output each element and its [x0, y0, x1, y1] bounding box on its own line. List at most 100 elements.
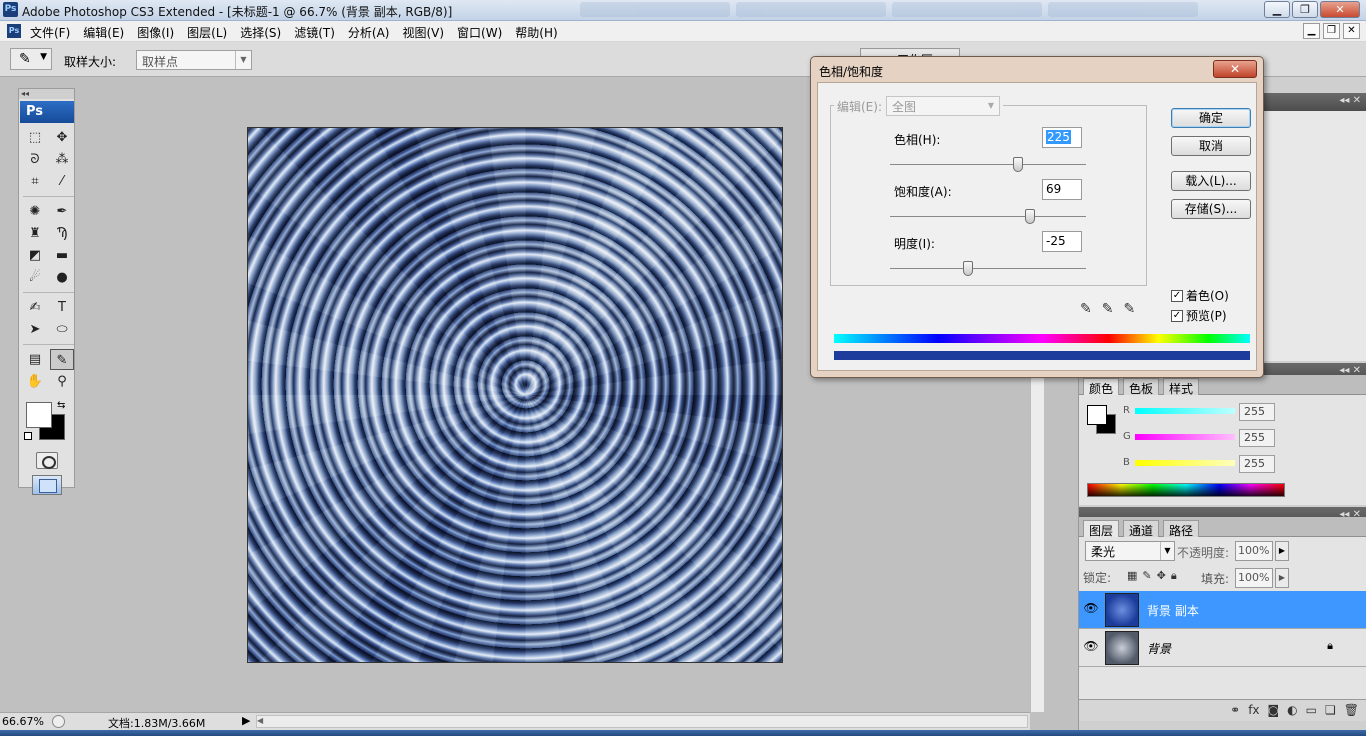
opacity-input[interactable]: 100% — [1235, 541, 1273, 561]
type-tool-icon[interactable]: T — [50, 297, 74, 318]
tool-preset-picker[interactable]: ✎ ▼ — [10, 48, 52, 70]
gradient-tool-icon[interactable]: ▬ — [50, 245, 74, 266]
lightness-slider-thumb[interactable] — [963, 261, 973, 276]
menu-select[interactable]: 选择(S) — [240, 24, 281, 41]
close-button[interactable]: ✕ — [1320, 1, 1360, 18]
preview-checkbox[interactable]: ✓ 预览(P) — [1171, 307, 1227, 324]
healing-brush-tool-icon[interactable]: ✺ — [23, 201, 47, 222]
zoom-level[interactable]: 66.67% — [2, 715, 44, 728]
doc-minimize-button[interactable]: ▁ — [1303, 23, 1320, 39]
channel-g-value[interactable]: 255 — [1239, 429, 1275, 447]
opacity-arrow-icon[interactable]: ▶ — [1275, 541, 1289, 561]
new-group-icon[interactable]: ▭ — [1306, 703, 1317, 717]
slice-tool-icon[interactable]: ⁄ — [50, 171, 74, 192]
move-tool-icon[interactable]: ✥ — [50, 127, 74, 148]
notes-tool-icon[interactable]: ▤ — [23, 349, 47, 370]
saturation-slider-thumb[interactable] — [1025, 209, 1035, 224]
adjustment-layer-icon[interactable]: ◐ — [1287, 703, 1297, 717]
edit-range-select[interactable]: 全图 ▼ — [886, 96, 1000, 116]
lock-image-icon[interactable]: ✎ — [1142, 569, 1151, 583]
minimize-button[interactable]: ▁ — [1264, 1, 1290, 18]
status-menu-arrow-icon[interactable]: ▶ — [242, 714, 250, 727]
blend-mode-select[interactable]: 柔光 ▼ — [1085, 541, 1175, 561]
channel-g-slider[interactable] — [1135, 434, 1235, 440]
dodge-tool-icon[interactable]: ● — [50, 267, 74, 288]
cancel-button[interactable]: 取消 — [1171, 136, 1251, 156]
swap-colors-icon[interactable]: ⇆ — [57, 400, 65, 411]
quick-mask-button[interactable] — [35, 452, 58, 469]
foreground-color-swatch[interactable] — [26, 402, 52, 428]
document-icon[interactable]: Ps — [7, 24, 21, 38]
hand-tool-icon[interactable]: ✋ — [23, 371, 47, 392]
eye-icon[interactable]: 👁︎ — [1083, 601, 1099, 617]
hue-slider-thumb[interactable] — [1013, 157, 1023, 172]
eyedropper-icon[interactable]: ✎ — [1080, 301, 1092, 317]
panel-close-icon[interactable]: ◂◂ ✕ — [1339, 95, 1361, 106]
crop-tool-icon[interactable]: ⌗ — [23, 171, 47, 192]
menu-image[interactable]: 图像(I) — [137, 24, 174, 41]
saturation-slider-track[interactable] — [890, 216, 1086, 217]
fill-input[interactable]: 100% — [1235, 568, 1273, 588]
eyedropper-minus-icon[interactable]: ✎ — [1123, 301, 1135, 317]
eyedropper-tool-icon[interactable]: ✎ — [50, 349, 74, 370]
toolbox-grip[interactable]: ◂◂ — [19, 89, 74, 99]
lock-position-icon[interactable]: ✥ — [1157, 569, 1166, 583]
blur-tool-icon[interactable]: ☄ — [23, 267, 47, 288]
menu-edit[interactable]: 编辑(E) — [83, 24, 124, 41]
channel-b-value[interactable]: 255 — [1239, 455, 1275, 473]
default-colors-icon[interactable] — [24, 432, 32, 440]
horizontal-scrollbar[interactable]: ◀ — [256, 715, 1028, 728]
lock-all-icon[interactable]: 🔒︎ — [1171, 569, 1177, 583]
layer-row[interactable]: 👁︎ 背景 副本 — [1079, 591, 1366, 629]
hue-input[interactable]: 225 — [1042, 127, 1082, 148]
channel-b-slider[interactable] — [1135, 460, 1235, 466]
load-button[interactable]: 载入(L)... — [1171, 171, 1251, 191]
link-layers-icon[interactable]: ⚭ — [1230, 703, 1240, 717]
fill-arrow-icon[interactable]: ▶ — [1275, 568, 1289, 588]
ok-button[interactable]: 确定 — [1171, 108, 1251, 128]
magic-wand-tool-icon[interactable]: ⁂ — [50, 149, 74, 170]
lasso-tool-icon[interactable]: ᘐ — [23, 149, 47, 170]
path-selection-tool-icon[interactable]: ➤ — [23, 319, 47, 340]
zoom-tool-icon[interactable]: ⚲ — [50, 371, 74, 392]
menu-window[interactable]: 窗口(W) — [457, 24, 502, 41]
brush-tool-icon[interactable]: ✒ — [50, 201, 74, 222]
history-brush-tool-icon[interactable]: Ϡ — [50, 223, 74, 244]
doc-restore-button[interactable]: ❐ — [1323, 23, 1340, 39]
doc-close-button[interactable]: ✕ — [1343, 23, 1360, 39]
new-layer-icon[interactable]: ❏ — [1325, 703, 1336, 717]
colorize-checkbox[interactable]: ✓ 着色(O) — [1171, 287, 1229, 304]
menu-analysis[interactable]: 分析(A) — [348, 24, 390, 41]
hue-slider-track[interactable] — [890, 164, 1086, 165]
pen-tool-icon[interactable]: ✍ — [23, 297, 47, 318]
delete-layer-icon[interactable]: 🗑︎ — [1344, 703, 1359, 717]
lock-transparency-icon[interactable]: ▦ — [1127, 569, 1137, 583]
sample-size-select[interactable]: 取样点 ▼ — [136, 50, 252, 70]
save-button[interactable]: 存储(S)... — [1171, 199, 1251, 219]
zoom-button[interactable] — [52, 715, 65, 728]
maximize-button[interactable]: ❐ — [1292, 1, 1318, 18]
layer-mask-icon[interactable]: ◙ — [1268, 703, 1280, 717]
menu-file[interactable]: 文件(F) — [30, 24, 70, 41]
color-ramp[interactable] — [1087, 483, 1285, 497]
lightness-input[interactable]: -25 — [1042, 231, 1082, 252]
panel-foreground-swatch[interactable] — [1087, 405, 1107, 425]
dialog-close-button[interactable]: ✕ — [1213, 60, 1257, 78]
shape-tool-icon[interactable]: ⬭ — [50, 319, 74, 340]
lightness-slider-track[interactable] — [890, 268, 1086, 269]
saturation-input[interactable]: 69 — [1042, 179, 1082, 200]
channel-r-value[interactable]: 255 — [1239, 403, 1275, 421]
menu-filter[interactable]: 滤镜(T) — [294, 24, 335, 41]
document-canvas[interactable] — [247, 127, 783, 663]
channel-r-slider[interactable] — [1135, 408, 1235, 414]
menu-help[interactable]: 帮助(H) — [515, 24, 557, 41]
layer-style-icon[interactable]: fx — [1248, 703, 1259, 717]
eye-icon[interactable]: 👁︎ — [1083, 639, 1099, 655]
screen-mode-button[interactable] — [31, 475, 62, 495]
clone-stamp-tool-icon[interactable]: ♜ — [23, 223, 47, 244]
menu-view[interactable]: 视图(V) — [402, 24, 444, 41]
marquee-tool-icon[interactable]: ⬚ — [23, 127, 47, 148]
eyedropper-plus-icon[interactable]: ✎ — [1102, 301, 1114, 317]
layer-row[interactable]: 👁︎ 背景 🔒︎ — [1079, 629, 1366, 667]
menu-layer[interactable]: 图层(L) — [187, 24, 227, 41]
